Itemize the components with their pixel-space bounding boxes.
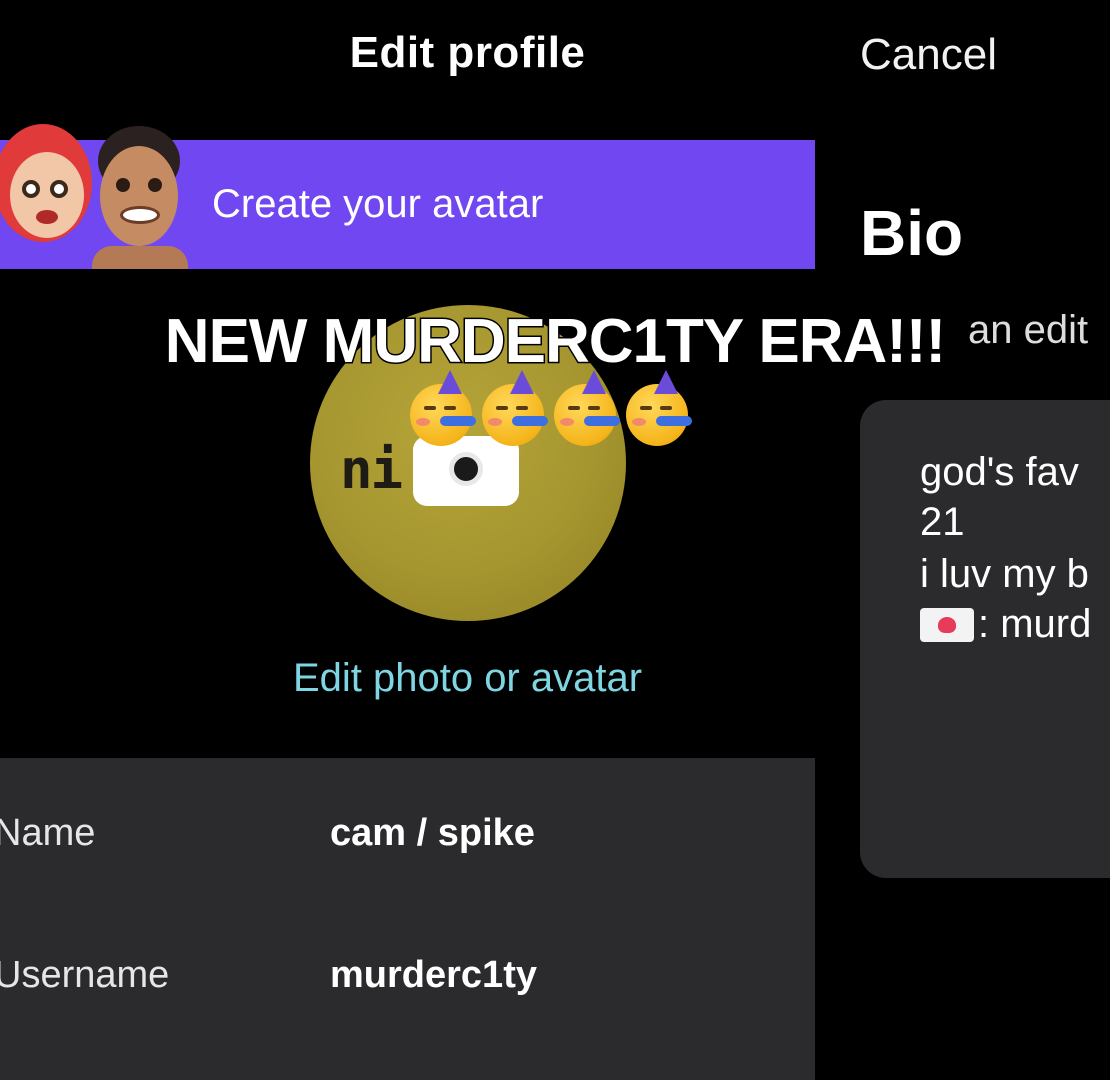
partying-face-emoji <box>626 370 692 446</box>
partying-face-emoji <box>410 370 476 446</box>
bio-heading: Bio <box>860 197 964 269</box>
partying-face-emoji <box>482 370 548 446</box>
edit-photo-link[interactable]: Edit photo or avatar <box>0 656 935 701</box>
emoji-row <box>410 370 710 456</box>
bio-line: : murd <box>978 602 1092 646</box>
cancel-button[interactable]: Cancel <box>860 30 997 80</box>
overlay-caption: NEW MURDERC1TY ERA!!! <box>163 306 947 378</box>
camera-lens <box>449 452 483 486</box>
name-field[interactable]: cam / spike <box>330 812 535 855</box>
bio-line: i luv my b <box>920 552 1089 596</box>
bio-line: god's fav <box>920 450 1079 494</box>
name-label: Name <box>0 812 96 854</box>
page-title: Edit profile <box>349 28 586 77</box>
username-label: Username <box>0 954 170 996</box>
bio-line: 21 <box>920 500 965 544</box>
username-field[interactable]: murderc1ty <box>330 954 537 997</box>
create-avatar-label[interactable]: Create your avatar <box>212 182 543 227</box>
profile-fields: Name cam / spike Username murderc1ty <box>0 758 815 1080</box>
envelope-heart-icon <box>920 608 974 642</box>
partying-face-emoji <box>554 370 620 446</box>
